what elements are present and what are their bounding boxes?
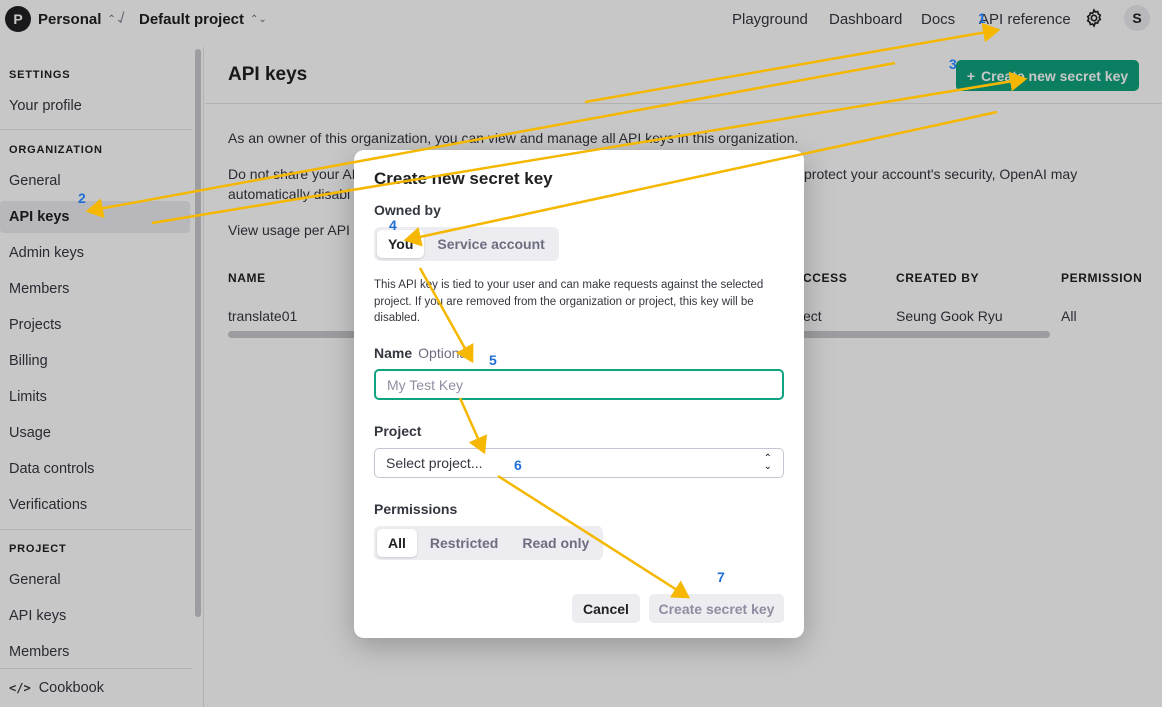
name-label-text: Name xyxy=(374,345,413,361)
project-select-value: Select project... xyxy=(386,455,483,471)
key-name-input[interactable] xyxy=(374,369,784,400)
cancel-button[interactable]: Cancel xyxy=(572,594,640,623)
step-number-7: 7 xyxy=(717,569,725,585)
step-number-6: 6 xyxy=(514,457,522,473)
step-number-4: 4 xyxy=(389,217,397,233)
step-number-3: 3 xyxy=(949,56,957,72)
step-number-5: 5 xyxy=(489,352,497,368)
owned-by-service-account-option[interactable]: Service account xyxy=(426,230,555,258)
permission-read-only-option[interactable]: Read only xyxy=(511,529,600,557)
create-secret-key-dialog: Create new secret key Owned by You Servi… xyxy=(354,150,804,638)
project-select[interactable]: Select project... ⌃ ⌄ xyxy=(374,448,784,478)
step-number-1: 1 xyxy=(978,10,986,26)
dialog-title: Create new secret key xyxy=(374,169,553,188)
permission-restricted-option[interactable]: Restricted xyxy=(419,529,509,557)
create-secret-key-button[interactable]: Create secret key xyxy=(649,594,784,623)
permissions-label: Permissions xyxy=(374,501,458,517)
permissions-toggle: All Restricted Read only xyxy=(374,526,604,560)
step-number-2: 2 xyxy=(78,190,86,206)
permission-all-option[interactable]: All xyxy=(377,529,417,557)
owned-by-label: Owned by xyxy=(374,202,441,218)
name-optional-hint: Optional xyxy=(418,345,471,361)
name-label: Name Optional xyxy=(374,345,470,361)
owned-by-you-option[interactable]: You xyxy=(377,230,425,258)
owned-by-help-text: This API key is tied to your user and ca… xyxy=(374,279,764,324)
project-label: Project xyxy=(374,423,422,439)
chevron-updown-icon: ⌃⌄ xyxy=(763,453,772,472)
owned-by-toggle: You Service account xyxy=(374,227,559,261)
